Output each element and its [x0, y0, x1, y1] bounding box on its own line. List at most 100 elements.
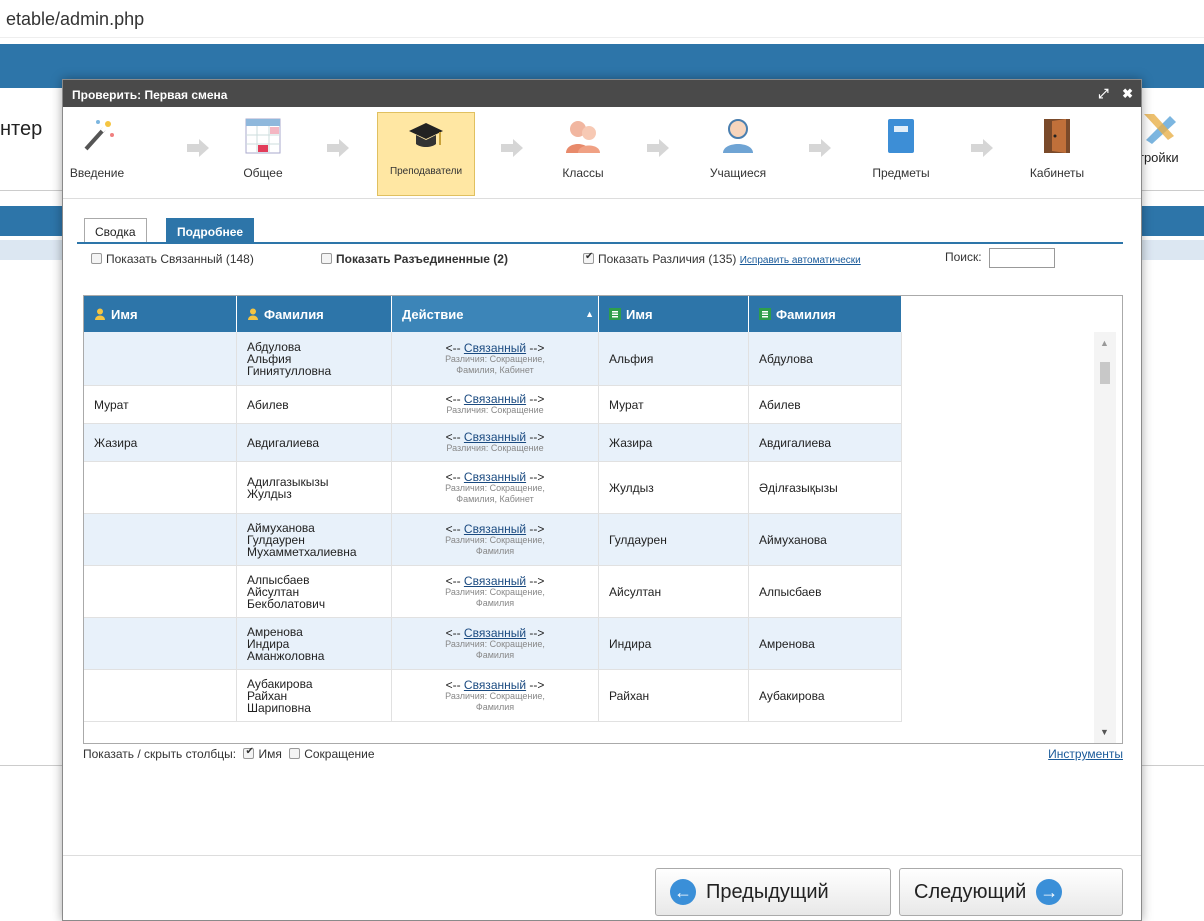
header-first-name-import[interactable]: Имя [599, 296, 749, 332]
step-introduction[interactable]: Введение [67, 113, 127, 180]
table-row[interactable]: Аймуханова Гулдаурен Мухамметхалиевна <-- С… [84, 514, 902, 566]
arrow-right-icon [971, 139, 993, 157]
next-button[interactable]: Следующий → [899, 868, 1123, 916]
cell-last-name: Адилгазыкызы Жулдыз [237, 462, 392, 514]
step-label: Преподаватели [389, 166, 463, 177]
cell-first-name [84, 618, 237, 670]
cell-action: <-- Связанный --> Различия: Сокращение, Фа… [392, 332, 599, 386]
linked-link[interactable]: Связанный [464, 430, 526, 444]
filter-show-linked[interactable]: Показать Связанный (148) [91, 252, 254, 266]
linked-link[interactable]: Связанный [464, 678, 526, 692]
name-line: Райхан [247, 688, 288, 703]
maximize-icon[interactable]: ⤢ [1098, 86, 1108, 101]
columns-toggle-label: Показать / скрыть столбцы: [83, 747, 237, 761]
cell-first-name: Жазира [84, 424, 237, 462]
pencil-icon [1144, 114, 1176, 144]
scroll-thumb[interactable] [1100, 362, 1110, 384]
checkbox[interactable] [289, 748, 301, 759]
name-line: Аманжоловна [247, 648, 325, 663]
checkbox[interactable] [321, 253, 332, 264]
step-general[interactable]: Общее [233, 113, 293, 180]
step-subjects[interactable]: Предметы [863, 113, 939, 180]
table-row[interactable]: Мурат Абилев <-- Связанный --> Различия: Со… [84, 386, 902, 424]
differences-text: Различия: Сокращение, [445, 638, 545, 649]
name-line: Жулдыз [247, 486, 292, 501]
vertical-scrollbar[interactable]: ▲ ▼ [1094, 332, 1116, 743]
cell-last-name: Алпысбаев Айсултан Бекболатович [237, 566, 392, 618]
link-action: <-- Связанный --> [446, 627, 545, 639]
linked-link[interactable]: Связанный [464, 341, 526, 355]
teacher-icon [248, 308, 258, 320]
door-icon [1044, 119, 1070, 153]
link-suffix: --> [526, 625, 545, 640]
link-prefix: <-- [445, 625, 464, 640]
differences-text: Различия: Сокращение, [445, 534, 545, 545]
name-line: Альфия [247, 351, 292, 366]
linked-link[interactable]: Связанный [464, 522, 526, 536]
cell-first-name [84, 462, 237, 514]
linked-link[interactable]: Связанный [464, 626, 526, 640]
previous-button-label: Предыдущий [706, 880, 829, 903]
checkbox-checked[interactable] [243, 746, 255, 759]
link-action: <-- Связанный --> [446, 523, 545, 535]
differences-text: Различия: Сокращение [446, 405, 544, 415]
close-icon[interactable]: ✖ [1122, 86, 1133, 101]
checkbox[interactable] [91, 253, 102, 264]
step-teachers[interactable]: Преподаватели [377, 112, 475, 196]
linked-link[interactable]: Связанный [464, 574, 526, 588]
name-line: Авдигалиева [247, 435, 320, 450]
cell-action: <-- Связанный --> Различия: Сокращение, Фа… [392, 462, 599, 514]
next-button-label: Следующий [914, 880, 1027, 903]
check-dialog: Проверить: Первая смена ⤢ ✖ Введение Общ… [62, 79, 1142, 921]
name-line: Абилев [247, 397, 289, 412]
link-action: <-- Связанный --> [446, 471, 545, 483]
linked-link[interactable]: Связанный [464, 470, 526, 484]
name-line: Гулдаурен [247, 532, 305, 547]
header-first-name[interactable]: Имя [84, 296, 237, 332]
cell-first-name-import: Райхан [599, 670, 749, 722]
tools-link[interactable]: Инструменты [1048, 747, 1123, 761]
table-row[interactable]: Аубакирова Райхан Шариповна <-- Связанный -… [84, 670, 902, 722]
table-row[interactable]: Жазира Авдигалиева <-- Связанный --> Различ… [84, 424, 902, 462]
header-last-name[interactable]: Фамилия [237, 296, 392, 332]
header-last-name-import[interactable]: Фамилия [749, 296, 902, 332]
step-students[interactable]: Учащиеся [703, 113, 773, 180]
search-box: Поиск: [945, 248, 1055, 268]
name-line: Гиниятулловна [247, 363, 332, 378]
column-short-label: Сокращение [304, 747, 375, 761]
table-row[interactable]: Абдулова Альфия Гиниятулловна <-- Связанный… [84, 332, 902, 386]
filter-show-diff[interactable]: Показать Различия (135) Исправить автома… [583, 251, 861, 266]
step-label: Кабинеты [1029, 166, 1085, 180]
table-row[interactable]: Алпысбаев Айсултан Бекболатович <-- Связанн… [84, 566, 902, 618]
scroll-up-icon[interactable]: ▲ [1100, 338, 1109, 348]
table-row[interactable]: Адилгазыкызы Жулдыз <-- Связанный --> Разли… [84, 462, 902, 514]
link-suffix: --> [526, 340, 545, 355]
linked-link[interactable]: Связанный [464, 392, 526, 406]
filter-show-unlinked[interactable]: Показать Разъединенные (2) [321, 252, 508, 266]
magic-wand-icon [84, 120, 114, 151]
cell-first-name-import: Гулдаурен [599, 514, 749, 566]
step-rooms[interactable]: Кабинеты [1017, 113, 1097, 180]
link-action: <-- Связанный --> [446, 342, 545, 354]
checkbox-checked[interactable] [583, 251, 594, 264]
cell-last-name: Аймуханова Гулдаурен Мухамметхалиевна [237, 514, 392, 566]
link-prefix: <-- [445, 469, 464, 484]
tab-summary[interactable]: Сводка [84, 218, 147, 242]
header-action[interactable]: Действие ▲ [392, 296, 599, 332]
tab-details[interactable]: Подробнее [166, 218, 255, 242]
sort-ascending-icon: ▲ [585, 309, 594, 319]
scroll-down-icon[interactable]: ▼ [1100, 727, 1109, 737]
differences-text: Различия: Сокращение [446, 443, 544, 453]
step-label: Предметы [872, 166, 930, 180]
name-line: Шариповна [247, 700, 311, 715]
fix-automatically-link[interactable]: Исправить автоматически [740, 255, 861, 266]
differences-text: Фамилия [475, 597, 515, 608]
search-input[interactable] [988, 248, 1055, 268]
name-line: Алпысбаев [247, 572, 310, 587]
background-menu-item: нтер [0, 118, 43, 140]
step-classes[interactable]: Классы [553, 113, 613, 180]
table-row[interactable]: Амренова Индира Аманжоловна <-- Связанный -… [84, 618, 902, 670]
group-people-icon [566, 121, 600, 153]
previous-button[interactable]: ← Предыдущий [655, 868, 891, 916]
cell-first-name: Мурат [84, 386, 237, 424]
